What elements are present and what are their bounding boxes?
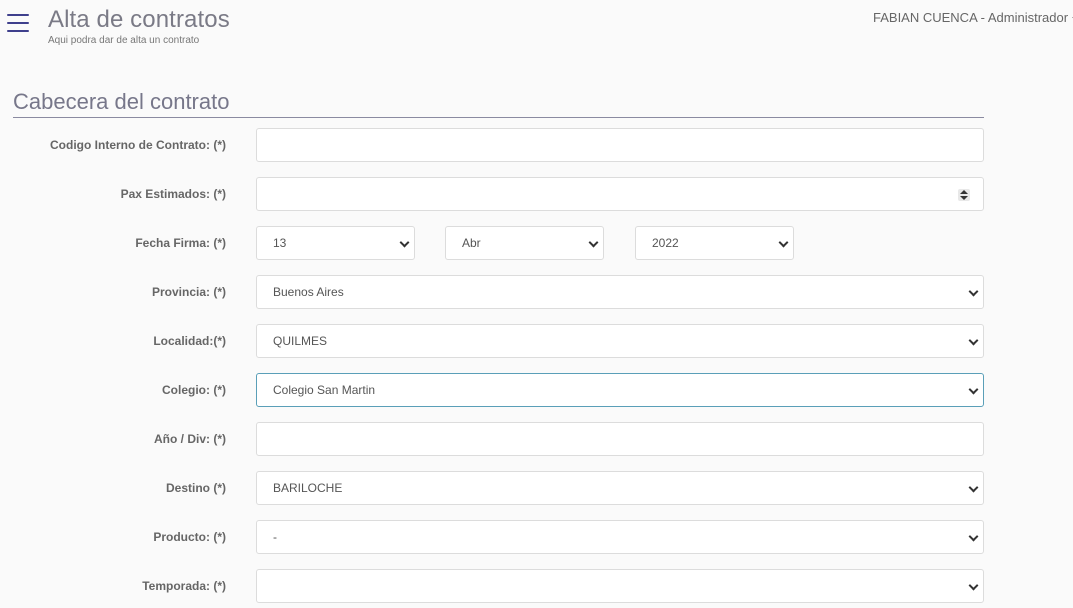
- colegio-value: Colegio San Martin: [273, 383, 376, 397]
- destino-label: Destino (*): [166, 481, 226, 495]
- fecha-month-select[interactable]: Abr: [445, 226, 604, 260]
- page-title: Alta de contratos: [48, 6, 230, 33]
- temporada-label: Temporada: (*): [142, 579, 226, 593]
- temporada-row: Temporada: (*): [0, 569, 1073, 603]
- chevron-down-icon: [588, 237, 599, 248]
- producto-label: Producto: (*): [153, 530, 226, 544]
- chevron-down-icon: [968, 335, 979, 346]
- chevron-down-icon: [968, 580, 979, 591]
- producto-value: -: [273, 530, 277, 544]
- chevron-down-icon: [968, 531, 979, 542]
- codigo-label: Codigo Interno de Contrato: (*): [50, 138, 226, 152]
- codigo-row: Codigo Interno de Contrato: (*): [0, 128, 1073, 162]
- provincia-select[interactable]: Buenos Aires: [256, 275, 984, 309]
- chevron-down-icon: [968, 384, 979, 395]
- colegio-label: Colegio: (*): [162, 383, 226, 397]
- pax-number-input[interactable]: [256, 177, 984, 211]
- user-name: FABIAN CUENCA - Administrador: [873, 10, 1069, 25]
- colegio-select[interactable]: Colegio San Martin: [256, 373, 984, 407]
- chevron-down-icon: [968, 286, 979, 297]
- page-subtitle: Aqui podra dar de alta un contrato: [48, 35, 200, 46]
- anio-div-input[interactable]: [256, 422, 984, 456]
- chevron-down-icon: [778, 237, 789, 248]
- localidad-label: Localidad:(*): [153, 334, 226, 348]
- destino-row: Destino (*) BARILOCHE: [0, 471, 1073, 505]
- colegio-row: Colegio: (*) Colegio San Martin: [0, 373, 1073, 407]
- localidad-row: Localidad:(*) QUILMES: [0, 324, 1073, 358]
- page: Alta de contratos Aqui podra dar de alta…: [0, 0, 1073, 608]
- section-title: Cabecera del contrato: [13, 89, 230, 114]
- temporada-select[interactable]: [256, 569, 984, 603]
- codigo-input[interactable]: [256, 128, 984, 162]
- fecha-year-select[interactable]: 2022: [635, 226, 794, 260]
- chevron-down-icon: [968, 482, 979, 493]
- section-divider: [13, 117, 984, 118]
- provincia-row: Provincia: (*) Buenos Aires: [0, 275, 1073, 309]
- destino-select[interactable]: BARILOCHE: [256, 471, 984, 505]
- anio-div-row: Año / Div: (*): [0, 422, 1073, 456]
- fecha-day-value: 13: [273, 236, 287, 250]
- pax-row: Pax Estimados: (*): [0, 177, 1073, 211]
- spinner-icon[interactable]: [958, 189, 970, 201]
- fecha-year-value: 2022: [652, 236, 679, 250]
- producto-row: Producto: (*) -: [0, 520, 1073, 554]
- fecha-label: Fecha Firma: (*): [135, 236, 226, 250]
- fecha-day-select[interactable]: 13: [256, 226, 415, 260]
- pax-label: Pax Estimados: (*): [120, 187, 226, 201]
- localidad-select[interactable]: QUILMES: [256, 324, 984, 358]
- anio-div-label: Año / Div: (*): [154, 432, 226, 446]
- provincia-value: Buenos Aires: [273, 285, 344, 299]
- fecha-row: Fecha Firma: (*) 13 Abr 2022: [0, 226, 1073, 260]
- user-menu[interactable]: FABIAN CUENCA - Administrador: [873, 10, 1073, 25]
- destino-value: BARILOCHE: [273, 481, 343, 495]
- chevron-down-icon: [399, 237, 410, 248]
- hamburger-menu-icon[interactable]: [7, 14, 29, 32]
- fecha-month-value: Abr: [462, 236, 481, 250]
- localidad-value: QUILMES: [273, 334, 328, 348]
- provincia-label: Provincia: (*): [151, 285, 226, 299]
- producto-select[interactable]: -: [256, 520, 984, 554]
